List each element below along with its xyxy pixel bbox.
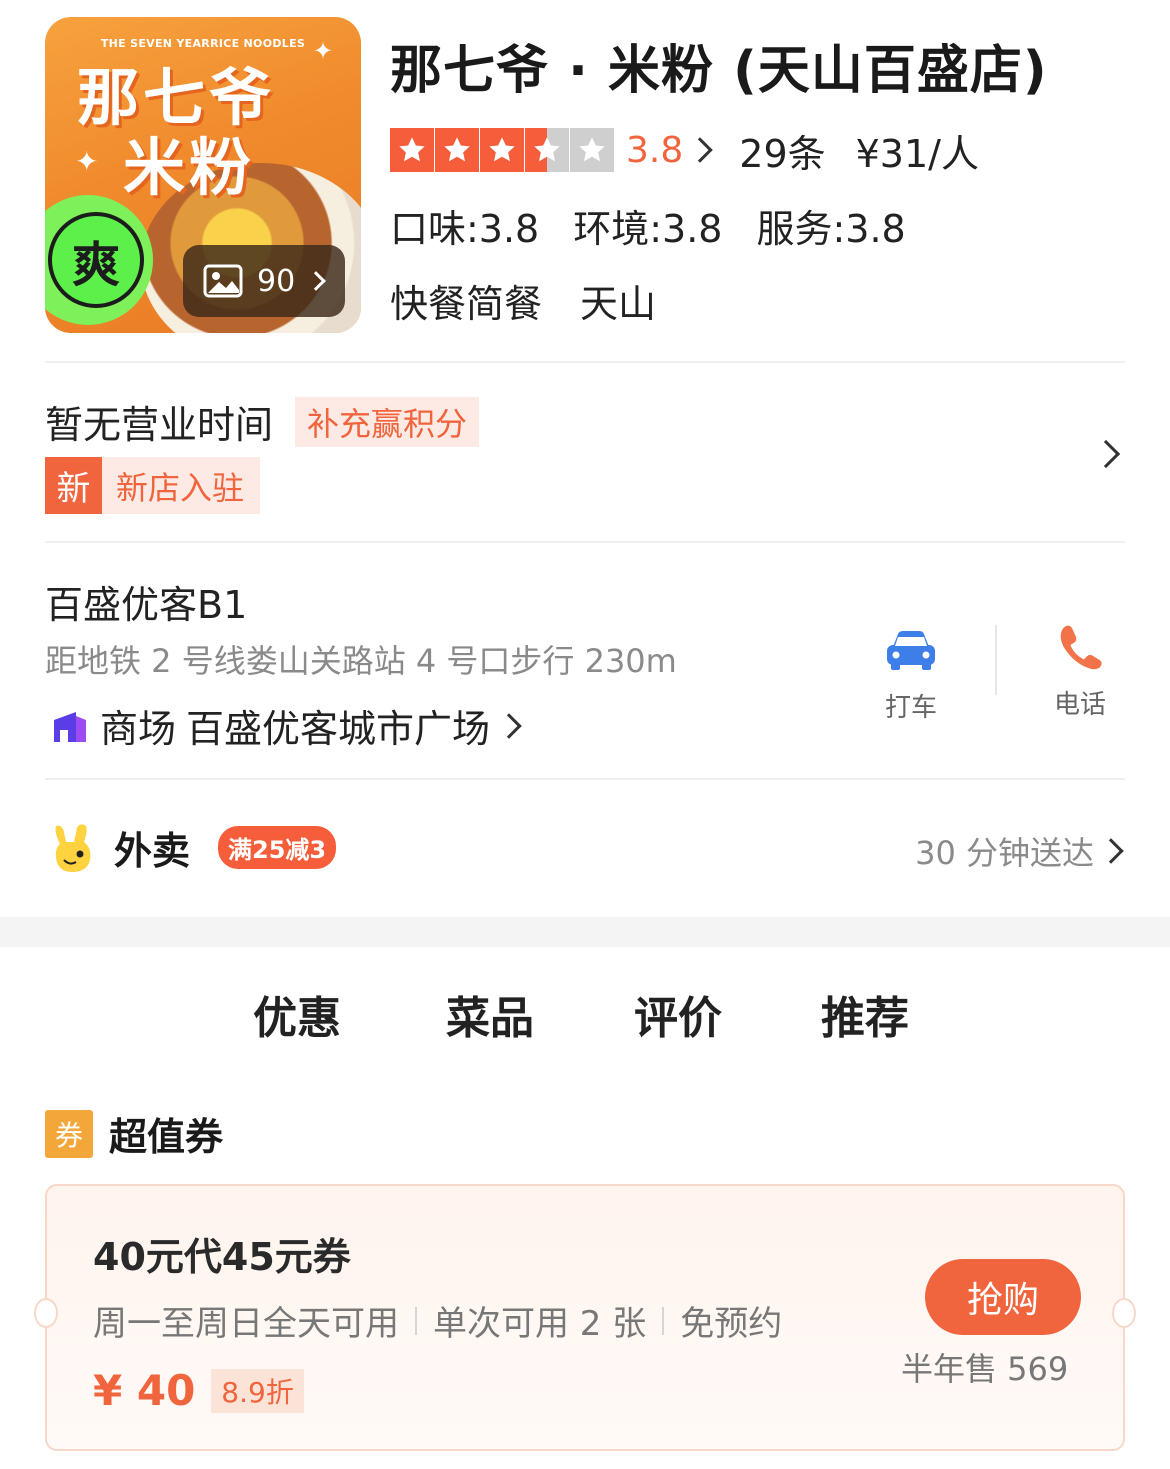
coupon-card[interactable]: 40元代45元券 周一至周日全天可用 单次可用 2 张 免预约 ¥ 40 8.9… bbox=[34, 1184, 1136, 1451]
rating-score: 3.8 bbox=[626, 129, 684, 171]
tab-discounts[interactable]: 优惠 bbox=[249, 982, 345, 1046]
divider bbox=[45, 541, 1125, 543]
divider bbox=[415, 1306, 417, 1335]
rating-row[interactable]: 3.8 29条 ¥31/人 bbox=[390, 126, 979, 176]
sparkle-icon: ✦ bbox=[75, 145, 99, 178]
coupon-price-row: ¥ 40 8.9折 bbox=[93, 1366, 304, 1415]
coupon-price: ¥ 40 bbox=[93, 1366, 196, 1415]
mall-link[interactable]: 商场 百盛优客城市广场 bbox=[50, 698, 522, 753]
delivery-promo-badge: 满25减3 bbox=[218, 826, 337, 869]
store-cover-image[interactable]: THE SEVEN YEARRICE NOODLES 那七爷 米粉 ✦ ✦ 爽 … bbox=[45, 17, 361, 333]
tab-label: 评价 bbox=[634, 993, 722, 1044]
divider bbox=[45, 361, 1125, 363]
coupon-validity: 周一至周日全天可用 bbox=[93, 1304, 399, 1344]
chevron-right-icon bbox=[496, 712, 522, 739]
coupon-reservation: 免预约 bbox=[680, 1304, 783, 1344]
section-separator bbox=[0, 917, 1170, 947]
coupon-terms: 周一至周日全天可用 单次可用 2 张 免预约 bbox=[93, 1296, 782, 1345]
store-name: 那七爷 · 米粉 (天山百盛店) bbox=[390, 41, 1048, 101]
tab-reviews[interactable]: 评价 bbox=[634, 982, 722, 1046]
new-store-text: 新店入驻 bbox=[102, 457, 261, 514]
buy-button[interactable]: 抢购 bbox=[925, 1259, 1081, 1335]
photo-gallery-button[interactable]: 90 bbox=[183, 245, 345, 317]
earn-points-pill[interactable]: 补充赢积分 bbox=[295, 396, 480, 447]
delivery-row[interactable]: 外卖 满25减3 bbox=[50, 820, 337, 875]
taxi-label: 打车 bbox=[884, 693, 937, 723]
star-icon bbox=[390, 128, 434, 172]
section-title: 超值券 bbox=[109, 1115, 224, 1159]
ticket-notch bbox=[34, 1298, 58, 1328]
empty-star-icon bbox=[570, 128, 614, 172]
coupon-name: 40元代45元券 bbox=[93, 1235, 351, 1279]
average-price: ¥31/人 bbox=[855, 131, 979, 176]
phone-label: 电话 bbox=[1053, 690, 1106, 720]
tab-label: 优惠 bbox=[253, 993, 341, 1044]
star-icon bbox=[435, 128, 479, 172]
store-tags: 快餐简餐 天山 bbox=[390, 273, 656, 328]
car-icon bbox=[887, 631, 935, 670]
tab-dishes[interactable]: 菜品 bbox=[446, 982, 534, 1046]
delivery-time-link[interactable]: 30 分钟送达 bbox=[915, 828, 1124, 874]
new-icon: 新 bbox=[45, 457, 102, 514]
environment-score: 环境:3.8 bbox=[573, 207, 723, 251]
coupon-icon: 券 bbox=[45, 1109, 93, 1158]
district-tag: 天山 bbox=[580, 282, 657, 326]
cover-badge: 爽 bbox=[48, 212, 144, 308]
sold-count: 半年售 569 bbox=[901, 1350, 1069, 1388]
sub-scores: 口味:3.8 环境:3.8 服务:3.8 bbox=[390, 198, 906, 253]
divider bbox=[995, 625, 997, 695]
chevron-right-icon bbox=[306, 271, 327, 291]
delivery-mascot-icon bbox=[55, 823, 91, 872]
tab-label: 推荐 bbox=[821, 993, 909, 1044]
cover-title-line1: 那七爷 bbox=[77, 61, 276, 134]
cover-title-line2: 米粉 bbox=[123, 131, 256, 204]
sparkle-icon: ✦ bbox=[313, 37, 334, 65]
coupon-discount: 8.9折 bbox=[211, 1368, 304, 1413]
store-address[interactable]: 百盛优客B1 bbox=[45, 574, 247, 629]
phone-button[interactable]: 电话 bbox=[1020, 622, 1140, 721]
content-tabs: 优惠 菜品 评价 推荐 bbox=[0, 982, 1170, 1052]
gallery-count: 90 bbox=[257, 263, 296, 299]
divider bbox=[45, 778, 1125, 780]
category-tag: 快餐简餐 bbox=[390, 282, 543, 326]
tab-label: 菜品 bbox=[446, 993, 534, 1044]
tab-recommend[interactable]: 推荐 bbox=[821, 982, 909, 1046]
review-count: 29条 bbox=[739, 131, 826, 176]
coupon-usage-limit: 单次可用 2 张 bbox=[433, 1304, 647, 1344]
phone-icon bbox=[1060, 625, 1102, 670]
mall-icon bbox=[54, 711, 86, 742]
star-rating bbox=[390, 128, 614, 172]
mall-prefix: 商场 bbox=[100, 707, 177, 751]
chevron-right-icon bbox=[1098, 838, 1124, 864]
hours-text: 暂无营业时间 bbox=[45, 403, 274, 447]
half-star-icon bbox=[525, 128, 569, 172]
delivery-time: 30 分钟送达 bbox=[915, 834, 1094, 872]
chevron-right-icon bbox=[687, 137, 713, 163]
taxi-button[interactable]: 打车 bbox=[851, 625, 971, 724]
coupon-section-header: 券 超值券 bbox=[45, 1106, 223, 1161]
ticket-notch bbox=[1112, 1298, 1136, 1328]
business-hours[interactable]: 暂无营业时间 补充赢积分 bbox=[45, 394, 480, 449]
star-icon bbox=[480, 128, 524, 172]
mall-name: 百盛优客城市广场 bbox=[186, 707, 491, 751]
service-score: 服务:3.8 bbox=[756, 207, 906, 251]
image-icon bbox=[203, 264, 243, 298]
taste-score: 口味:3.8 bbox=[390, 207, 540, 251]
divider bbox=[662, 1306, 665, 1335]
chevron-right-icon[interactable] bbox=[1091, 439, 1121, 469]
delivery-label: 外卖 bbox=[114, 829, 191, 873]
metro-distance: 距地铁 2 号线娄山关路站 4 号口步行 230m bbox=[45, 642, 677, 680]
new-store-tag: 新 新店入驻 bbox=[45, 457, 261, 514]
